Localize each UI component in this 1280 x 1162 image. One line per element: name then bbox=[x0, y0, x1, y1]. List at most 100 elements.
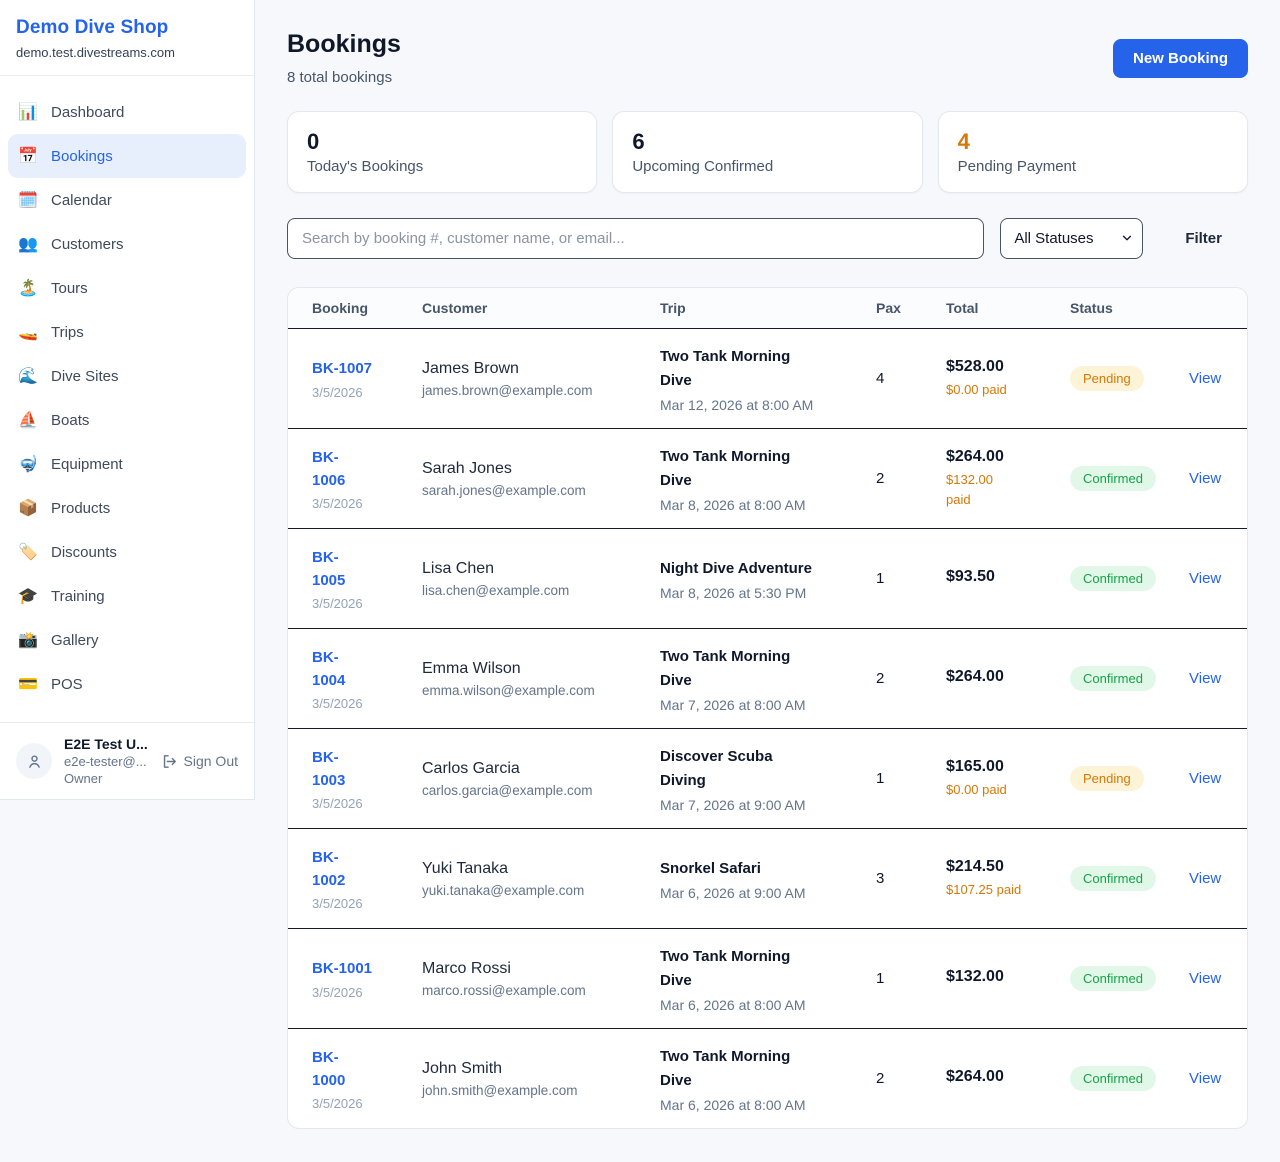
trip-name: Two Tank Morning Dive bbox=[660, 345, 876, 393]
view-link[interactable]: View bbox=[1189, 370, 1221, 387]
trip-date: Mar 6, 2026 at 8:00 AM bbox=[660, 997, 876, 1013]
pax-cell: 2 bbox=[876, 1070, 946, 1087]
customer-email: carlos.garcia@example.com bbox=[422, 783, 660, 798]
sidebar-item-trips[interactable]: 🚤 Trips bbox=[8, 310, 246, 354]
bar-chart-icon: 📊 bbox=[18, 102, 38, 122]
pax-cell: 3 bbox=[876, 870, 946, 887]
trip-name: Snorkel Safari bbox=[660, 857, 876, 881]
sidebar-item-label: Tours bbox=[51, 280, 88, 297]
stat-value: 6 bbox=[632, 129, 902, 155]
total-amount: $264.00 bbox=[946, 448, 1070, 466]
camera-icon: 📸 bbox=[18, 630, 38, 650]
stat-label: Upcoming Confirmed bbox=[632, 158, 902, 175]
sidebar-item-label: Gallery bbox=[51, 632, 99, 649]
user-section: E2E Test U... e2e-tester@... Owner Sign … bbox=[0, 722, 254, 799]
sign-out-button[interactable]: Sign Out bbox=[161, 753, 238, 770]
stat-label: Pending Payment bbox=[958, 158, 1228, 175]
trip-date: Mar 6, 2026 at 9:00 AM bbox=[660, 885, 876, 901]
booking-id-link[interactable]: BK- 1000 bbox=[312, 1046, 345, 1093]
spiral-calendar-icon: 🗓️ bbox=[18, 190, 38, 210]
new-booking-button[interactable]: New Booking bbox=[1113, 39, 1248, 78]
view-cell: View bbox=[1189, 370, 1247, 388]
sidebar: Demo Dive Shop demo.test.divestreams.com… bbox=[0, 0, 255, 800]
booking-id-link[interactable]: BK- 1004 bbox=[312, 646, 345, 693]
status-cell: Pending bbox=[1070, 366, 1189, 391]
sidebar-item-tours[interactable]: 🏝️ Tours bbox=[8, 266, 246, 310]
sidebar-item-label: Discounts bbox=[51, 544, 117, 561]
view-link[interactable]: View bbox=[1189, 570, 1221, 587]
sailboat-icon: ⛵ bbox=[18, 410, 38, 430]
sidebar-item-dive-sites[interactable]: 🌊 Dive Sites bbox=[8, 354, 246, 398]
trip-date: Mar 8, 2026 at 5:30 PM bbox=[660, 585, 876, 601]
status-cell: Confirmed bbox=[1070, 566, 1189, 591]
table-row: BK- 1004 3/5/2026 Emma Wilson emma.wilso… bbox=[288, 628, 1247, 728]
booking-id-cell: BK-1001 3/5/2026 bbox=[312, 957, 422, 999]
filter-row: All Statuses Filter bbox=[287, 218, 1248, 259]
booking-id-cell: BK- 1004 3/5/2026 bbox=[312, 646, 422, 712]
pax-cell: 4 bbox=[876, 370, 946, 387]
sidebar-item-pos[interactable]: 💳 POS bbox=[8, 662, 246, 706]
view-link[interactable]: View bbox=[1189, 1070, 1221, 1087]
trip-name: Two Tank Morning Dive bbox=[660, 645, 876, 693]
logout-icon bbox=[161, 753, 178, 770]
view-link[interactable]: View bbox=[1189, 670, 1221, 687]
booking-date: 3/5/2026 bbox=[312, 1096, 422, 1111]
status-badge: Confirmed bbox=[1070, 666, 1156, 691]
sidebar-nav: 📊 Dashboard 📅 Bookings 🗓️ Calendar 👥 Cus… bbox=[0, 76, 254, 722]
view-link[interactable]: View bbox=[1189, 870, 1221, 887]
column-header-booking: Booking bbox=[312, 300, 422, 316]
view-link[interactable]: View bbox=[1189, 470, 1221, 487]
total-amount: $264.00 bbox=[946, 1068, 1070, 1086]
booking-id-link[interactable]: BK- 1003 bbox=[312, 746, 345, 793]
diving-mask-icon: 🤿 bbox=[18, 454, 38, 474]
view-cell: View bbox=[1189, 670, 1247, 688]
calendar-page-icon: 📅 bbox=[18, 146, 38, 166]
search-input[interactable] bbox=[287, 218, 984, 259]
booking-id-link[interactable]: BK-1001 bbox=[312, 957, 372, 980]
view-link[interactable]: View bbox=[1189, 970, 1221, 987]
sidebar-item-customers[interactable]: 👥 Customers bbox=[8, 222, 246, 266]
brand: Demo Dive Shop demo.test.divestreams.com bbox=[0, 0, 254, 76]
booking-date: 3/5/2026 bbox=[312, 496, 422, 511]
sidebar-item-boats[interactable]: ⛵ Boats bbox=[8, 398, 246, 442]
sidebar-item-discounts[interactable]: 🏷️ Discounts bbox=[8, 530, 246, 574]
booking-id-link[interactable]: BK- 1002 bbox=[312, 846, 345, 893]
trip-cell: Two Tank Morning Dive Mar 12, 2026 at 8:… bbox=[660, 345, 876, 413]
view-link[interactable]: View bbox=[1189, 770, 1221, 787]
table-row: BK- 1000 3/5/2026 John Smith john.smith@… bbox=[288, 1028, 1247, 1128]
sidebar-item-products[interactable]: 📦 Products bbox=[8, 486, 246, 530]
customer-email: john.smith@example.com bbox=[422, 1083, 660, 1098]
view-cell: View bbox=[1189, 470, 1247, 488]
table-row: BK- 1006 3/5/2026 Sarah Jones sarah.jone… bbox=[288, 428, 1247, 528]
customer-cell: John Smith john.smith@example.com bbox=[422, 1060, 660, 1098]
trip-date: Mar 12, 2026 at 8:00 AM bbox=[660, 397, 876, 413]
user-email: e2e-tester@... bbox=[64, 754, 149, 769]
booking-id-link[interactable]: BK- 1006 bbox=[312, 446, 345, 493]
sidebar-item-label: Calendar bbox=[51, 192, 112, 209]
sidebar-item-gallery[interactable]: 📸 Gallery bbox=[8, 618, 246, 662]
customer-name: Sarah Jones bbox=[422, 460, 660, 478]
stat-card: 6 Upcoming Confirmed bbox=[612, 111, 922, 193]
table-row: BK-1001 3/5/2026 Marco Rossi marco.rossi… bbox=[288, 928, 1247, 1028]
booking-id-link[interactable]: BK- 1005 bbox=[312, 546, 345, 593]
trip-date: Mar 7, 2026 at 9:00 AM bbox=[660, 797, 876, 813]
booking-id-cell: BK- 1006 3/5/2026 bbox=[312, 446, 422, 512]
people-icon: 👥 bbox=[18, 234, 38, 254]
island-icon: 🏝️ bbox=[18, 278, 38, 298]
sidebar-item-dashboard[interactable]: 📊 Dashboard bbox=[8, 90, 246, 134]
sidebar-item-bookings[interactable]: 📅 Bookings bbox=[8, 134, 246, 178]
trip-date: Mar 8, 2026 at 8:00 AM bbox=[660, 497, 876, 513]
filter-button[interactable]: Filter bbox=[1159, 230, 1248, 247]
booking-id-link[interactable]: BK-1007 bbox=[312, 357, 372, 380]
sidebar-item-equipment[interactable]: 🤿 Equipment bbox=[8, 442, 246, 486]
sidebar-item-training[interactable]: 🎓 Training bbox=[8, 574, 246, 618]
stat-value: 0 bbox=[307, 129, 577, 155]
status-filter-select[interactable]: All Statuses bbox=[1000, 218, 1143, 259]
column-header-customer: Customer bbox=[422, 300, 660, 316]
sidebar-item-label: Products bbox=[51, 500, 110, 517]
booking-id-cell: BK- 1000 3/5/2026 bbox=[312, 1046, 422, 1112]
total-cell: $165.00 $0.00 paid bbox=[946, 758, 1070, 800]
sidebar-item-calendar[interactable]: 🗓️ Calendar bbox=[8, 178, 246, 222]
trip-name: Discover Scuba Diving bbox=[660, 745, 876, 793]
table-row: BK- 1003 3/5/2026 Carlos Garcia carlos.g… bbox=[288, 728, 1247, 828]
